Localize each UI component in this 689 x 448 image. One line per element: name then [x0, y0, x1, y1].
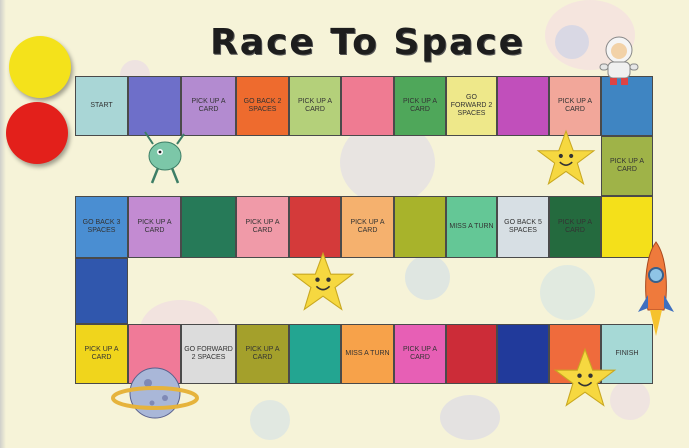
board-space[interactable]: GO BACK 2 SPACES	[236, 76, 289, 136]
board-space[interactable]: GO BACK 5 SPACES	[497, 196, 549, 258]
board-space[interactable]	[446, 324, 497, 384]
board-space[interactable]	[289, 196, 341, 258]
red-counter[interactable]	[6, 102, 68, 164]
board-space[interactable]: MISS A TURN	[446, 196, 497, 258]
bubble-decoration	[405, 255, 450, 300]
board-space[interactable]: PICK UP A CARD	[549, 76, 601, 136]
board-space[interactable]: MISS A TURN	[341, 324, 394, 384]
planet-icon	[111, 367, 199, 419]
board-space[interactable]: PICK UP A CARD	[341, 196, 394, 258]
alien-icon	[144, 131, 185, 184]
board-space[interactable]: GO FORWARD 2 SPACES	[446, 76, 497, 136]
game-board: Race To Space START PICK UP A CARD GO BACK…	[0, 0, 689, 448]
board-space[interactable]	[394, 196, 446, 258]
board-space[interactable]	[289, 324, 341, 384]
board-space[interactable]: PICK UP A CARD	[549, 196, 601, 258]
star-icon	[553, 347, 617, 407]
board-space[interactable]: PICK UP A CARD	[236, 196, 289, 258]
star-icon	[536, 129, 596, 186]
board-space[interactable]	[128, 76, 181, 136]
astronaut-icon	[599, 36, 639, 85]
board-edge-shadow	[0, 0, 6, 448]
bubble-decoration	[555, 25, 589, 59]
board-space[interactable]	[75, 258, 128, 324]
board-space[interactable]: PICK UP A CARD	[289, 76, 341, 136]
bubble-decoration	[250, 400, 290, 440]
board-space[interactable]	[497, 324, 549, 384]
board-space[interactable]: GO BACK 3 SPACES	[75, 196, 128, 258]
rocket-icon	[638, 241, 674, 336]
board-space[interactable]	[181, 196, 236, 258]
bubble-decoration	[440, 395, 500, 440]
board-space[interactable]: PICK UP A CARD	[236, 324, 289, 384]
yellow-counter[interactable]	[9, 36, 71, 98]
star-icon	[291, 251, 355, 311]
board-space[interactable]: PICK UP A CARD	[601, 136, 653, 196]
board-space[interactable]: START	[75, 76, 128, 136]
board-space[interactable]: PICK UP A CARD	[394, 76, 446, 136]
board-space[interactable]: PICK UP A CARD	[181, 76, 236, 136]
board-space[interactable]	[497, 76, 549, 136]
bubble-decoration	[540, 265, 595, 320]
board-space[interactable]: PICK UP A CARD	[394, 324, 446, 384]
game-title: Race To Space	[210, 22, 526, 63]
board-space[interactable]: PICK UP A CARD	[128, 196, 181, 258]
board-space[interactable]	[341, 76, 394, 136]
